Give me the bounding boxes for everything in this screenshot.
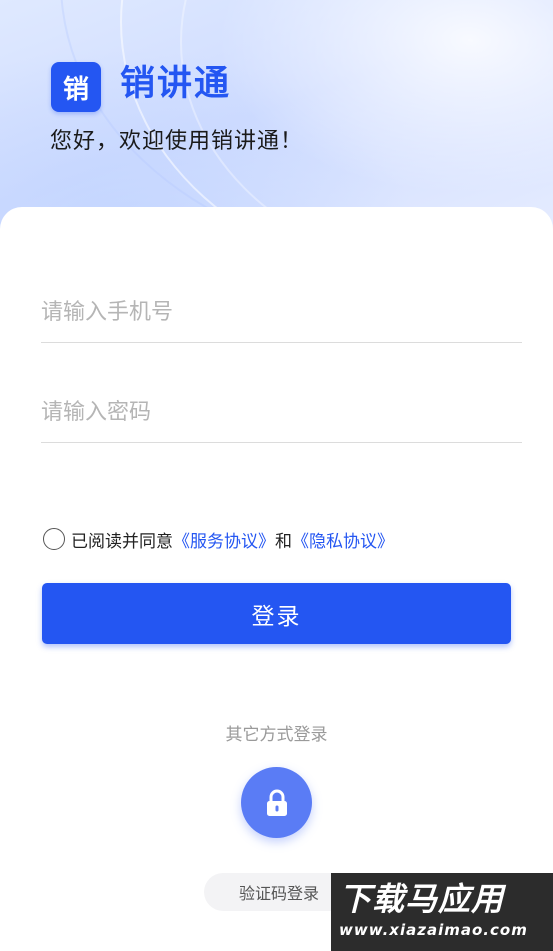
site-watermark: 下载马应用 www.xiazaimao.com [331, 873, 553, 951]
password-input[interactable] [41, 382, 522, 442]
agreement-row: 已阅读并同意 《服务协议》 和 《隐私协议》 [43, 526, 394, 552]
agreement-conjunction: 和 [275, 531, 292, 552]
password-login-button[interactable] [241, 767, 312, 838]
app-logo: 销 [51, 62, 101, 112]
login-button[interactable]: 登录 [42, 583, 511, 644]
phone-input[interactable] [41, 282, 522, 342]
app-title: 销讲通 [120, 64, 232, 104]
agreement-radio[interactable] [43, 528, 65, 550]
other-login-label: 其它方式登录 [225, 725, 328, 745]
privacy-agreement-link[interactable]: 《隐私协议》 [292, 527, 394, 552]
code-login-label: 验证码登录 [238, 884, 319, 903]
service-agreement-link[interactable]: 《服务协议》 [173, 527, 275, 552]
watermark-title: 下载马应用 [339, 880, 505, 918]
lock-icon [266, 789, 287, 816]
agreement-prefix: 已阅读并同意 [71, 531, 173, 552]
password-field [41, 382, 522, 443]
phone-field [41, 282, 522, 343]
watermark-url: www.xiazaimao.com [339, 921, 528, 939]
welcome-message: 您好，欢迎使用销讲通！ [50, 129, 304, 154]
app-logo-glyph: 销 [62, 74, 89, 105]
